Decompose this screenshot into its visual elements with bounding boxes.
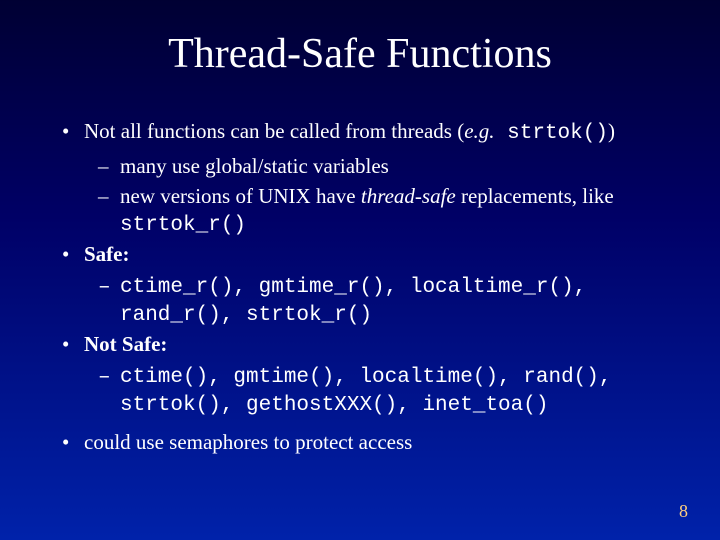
bullet-intro: Not all functions can be called from thr…	[60, 118, 660, 147]
intro-text-pre: Not all functions can be called from thr…	[84, 119, 464, 143]
intro-eg: e.g.	[464, 119, 494, 143]
unix-threadsafe: thread-safe	[361, 184, 456, 208]
unix-pre: new versions of UNIX have	[120, 184, 361, 208]
slide-title: Thread-Safe Functions	[60, 30, 660, 78]
notsafe-label: Not Safe:	[84, 332, 167, 356]
bullet-safe: Safe:	[60, 241, 660, 268]
bullet-semaphores: could use semaphores to protect access	[60, 429, 660, 456]
intro-code: strtok()	[495, 122, 608, 145]
slide-body: Not all functions can be called from thr…	[60, 118, 660, 456]
safe-label: Safe:	[84, 242, 130, 266]
bullet-notsafe: Not Safe:	[60, 331, 660, 358]
intro-text-post: )	[608, 119, 615, 143]
unix-post: replacements, like	[456, 184, 614, 208]
notsafe-list: ctime(), gmtime(), localtime(), rand(), …	[60, 364, 660, 419]
subbullet-global: many use global/static variables	[60, 153, 660, 180]
subbullet-unix-code: strtok_r()	[60, 212, 660, 239]
safe-list: ctime_r(), gmtime_r(), localtime_r(), ra…	[60, 274, 660, 329]
slide: Thread-Safe Functions Not all functions …	[0, 0, 720, 540]
subbullet-unix: new versions of UNIX have thread-safe re…	[60, 183, 660, 210]
page-number: 8	[679, 501, 688, 522]
